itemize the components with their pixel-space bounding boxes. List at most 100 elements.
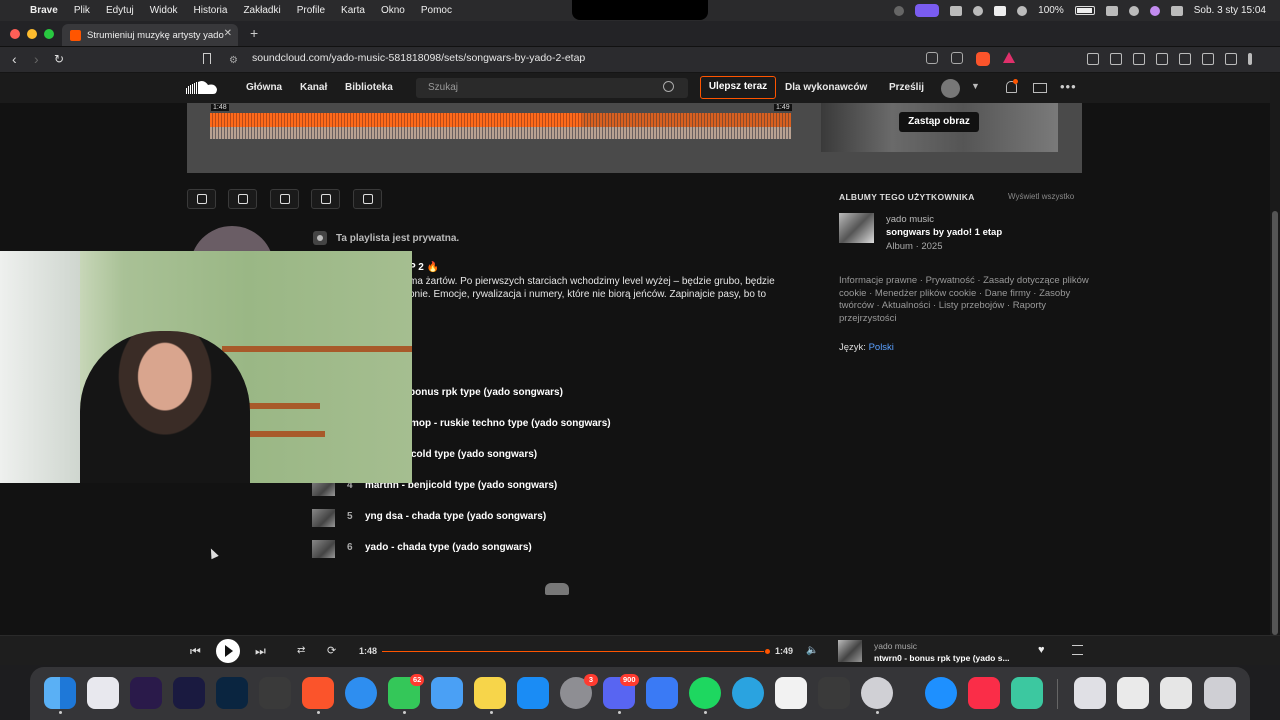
- brave-rewards-icon[interactable]: [1003, 52, 1015, 63]
- scrollbar-thumb[interactable]: [1272, 211, 1278, 635]
- edit-button[interactable]: [270, 189, 299, 209]
- menubar-datetime[interactable]: Sob. 3 sty 15:04: [1194, 5, 1266, 16]
- shuffle-icon[interactable]: ⇄: [297, 645, 305, 656]
- browser-menu-icon[interactable]: [1248, 53, 1252, 65]
- menu-item-edytuj[interactable]: Edytuj: [106, 5, 134, 16]
- menu-item-profile[interactable]: Profile: [297, 5, 325, 16]
- battery-icon[interactable]: [1074, 6, 1095, 15]
- search-icon[interactable]: [663, 81, 674, 92]
- waveform-remaining[interactable]: [582, 113, 791, 127]
- music-icon[interactable]: [968, 677, 1000, 709]
- album-title[interactable]: songwars by yado! 1 etap: [886, 227, 1002, 238]
- brave-browser-icon[interactable]: [302, 677, 334, 709]
- spotlight-search-icon[interactable]: [1128, 5, 1139, 16]
- zoom-window-button[interactable]: [44, 29, 54, 39]
- search-input[interactable]: Szukaj: [428, 82, 458, 93]
- delete-button[interactable]: [353, 189, 382, 209]
- control-center-icon[interactable]: [1170, 5, 1183, 16]
- mail-icon[interactable]: [431, 677, 463, 709]
- vpn-icon[interactable]: [1225, 53, 1237, 65]
- recent-file-icon[interactable]: [1074, 677, 1106, 709]
- track-title[interactable]: mop - ruskie techno type (yado songwars): [410, 418, 611, 429]
- user-avatar-icon[interactable]: [941, 79, 960, 98]
- play-status-icon[interactable]: [1017, 5, 1028, 16]
- track-title[interactable]: cold type (yado songwars): [411, 449, 537, 460]
- menu-item-historia[interactable]: Historia: [194, 5, 228, 16]
- brave-shields-icon[interactable]: [976, 52, 990, 66]
- menu-item-zakladki[interactable]: Zakładki: [243, 5, 280, 16]
- now-playing-artwork[interactable]: [838, 640, 862, 662]
- close-tab-icon[interactable]: ✕: [224, 28, 232, 39]
- browser-tab-active[interactable]: Strumieniuj muzykę artysty yado ✕: [62, 24, 238, 46]
- nav-library[interactable]: Biblioteka: [345, 82, 393, 93]
- like-heart-icon[interactable]: ♥: [1038, 644, 1045, 656]
- now-playing-title[interactable]: ntwrn0 - bonus rpk type (yado s...: [874, 653, 1010, 663]
- share-button[interactable]: [187, 189, 216, 209]
- menu-item-plik[interactable]: Plik: [74, 5, 90, 16]
- telegram-icon[interactable]: [732, 677, 764, 709]
- queue-list-icon[interactable]: [1072, 645, 1083, 655]
- menubar-app-icon[interactable]: [950, 5, 963, 16]
- screen-record-icon[interactable]: [915, 4, 940, 17]
- document-icon[interactable]: [1117, 677, 1149, 709]
- slack-icon[interactable]: [775, 677, 807, 709]
- album-artist[interactable]: yado music: [886, 214, 934, 225]
- spotify-icon[interactable]: [689, 677, 721, 709]
- keyboard-a-icon[interactable]: [994, 5, 1007, 16]
- chevron-down-icon[interactable]: ▼: [971, 81, 980, 91]
- media-icon[interactable]: [1110, 53, 1122, 65]
- volume-icon[interactable]: 🔈: [806, 645, 818, 656]
- extensions-icon[interactable]: [1202, 53, 1214, 65]
- menu-app-name[interactable]: Brave: [30, 5, 58, 16]
- menu-item-okno[interactable]: Okno: [381, 5, 405, 16]
- trash-bin-icon[interactable]: [1204, 677, 1236, 709]
- track-title[interactable]: yng dsa - chada type (yado songwars): [365, 511, 546, 522]
- quicktime-icon[interactable]: [925, 677, 957, 709]
- language-link[interactable]: Polski: [869, 342, 894, 353]
- wifi-icon[interactable]: [1105, 5, 1118, 16]
- share-icon[interactable]: [951, 52, 963, 64]
- new-tab-button[interactable]: +: [250, 25, 258, 41]
- bookmark-icon[interactable]: [203, 53, 211, 64]
- status-dot-icon[interactable]: [894, 5, 905, 16]
- for-artists-link[interactable]: Dla wykonawców: [785, 82, 867, 93]
- launchpad-icon[interactable]: [87, 677, 119, 709]
- track-row[interactable]: 5 yng dsa - chada type (yado songwars): [312, 508, 546, 528]
- play-button[interactable]: [216, 639, 240, 663]
- cast-icon[interactable]: [926, 52, 938, 64]
- back-button[interactable]: ‹: [12, 51, 17, 67]
- address-bar-url[interactable]: soundcloud.com/yado-music-581818098/sets…: [252, 52, 585, 64]
- wallet-icon[interactable]: [1156, 53, 1168, 65]
- see-all-link[interactable]: Wyświetl wszystko: [1008, 192, 1074, 201]
- roblox-icon[interactable]: [646, 677, 678, 709]
- search-box[interactable]: Szukaj: [416, 78, 688, 98]
- replace-image-button[interactable]: Zastąp obraz: [899, 112, 979, 132]
- next-track-icon[interactable]: ⏭: [255, 644, 266, 659]
- reader-mode-icon[interactable]: [1087, 53, 1099, 65]
- after-effects-icon[interactable]: [173, 677, 205, 709]
- disk-utility-icon[interactable]: [861, 677, 893, 709]
- app-store-icon[interactable]: [517, 677, 549, 709]
- sidebar-toggle-icon[interactable]: [1133, 53, 1145, 65]
- repeat-icon[interactable]: ⟳: [327, 644, 336, 657]
- menu-item-widok[interactable]: Widok: [150, 5, 178, 16]
- menu-item-pomoc[interactable]: Pomoc: [421, 5, 452, 16]
- nav-home[interactable]: Główna: [246, 82, 282, 93]
- audio-file-icon[interactable]: [1160, 677, 1192, 709]
- fl-studio-icon[interactable]: [818, 677, 850, 709]
- copy-link-button[interactable]: [228, 189, 257, 209]
- more-options-icon[interactable]: •••: [1060, 79, 1077, 94]
- chat-app-icon[interactable]: [1011, 677, 1043, 709]
- now-playing-artist[interactable]: yado music: [874, 641, 917, 651]
- messages-mail-icon[interactable]: [1033, 83, 1047, 93]
- page-scrollbar[interactable]: [1270, 73, 1280, 635]
- photoshop-icon[interactable]: [216, 677, 248, 709]
- upload-link[interactable]: Prześlij: [889, 82, 924, 93]
- track-title[interactable]: yado - chada type (yado songwars): [365, 542, 532, 553]
- menu-item-karta[interactable]: Karta: [341, 5, 365, 16]
- finder-icon[interactable]: [44, 677, 76, 709]
- forward-button[interactable]: ›: [34, 51, 39, 67]
- track-row[interactable]: 6 yado - chada type (yado songwars): [312, 539, 532, 559]
- waveform-played[interactable]: [210, 113, 582, 127]
- siri-icon[interactable]: [1149, 5, 1160, 16]
